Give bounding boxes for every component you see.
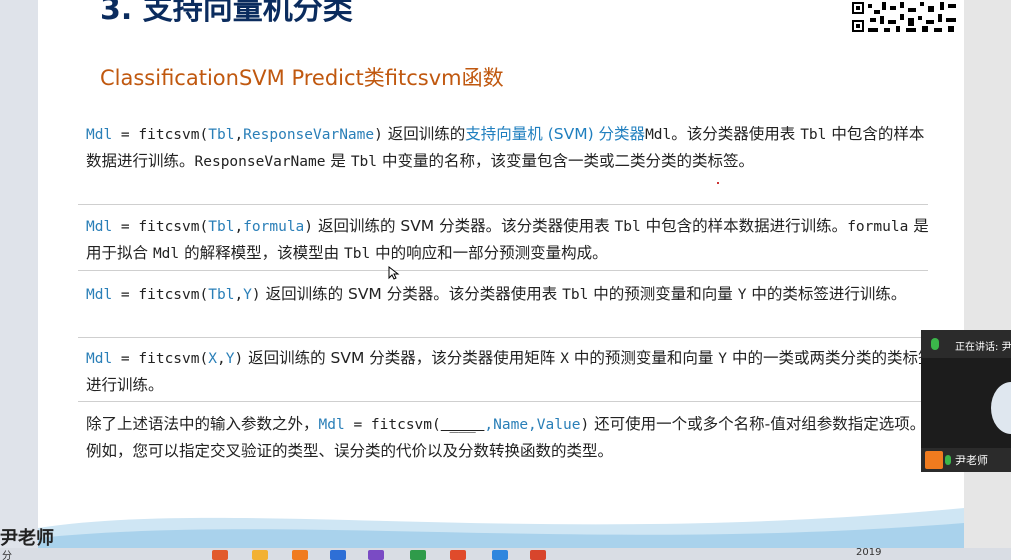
code-text: Y bbox=[718, 351, 728, 367]
syntax-paragraph-3: Mdl = fitcsvm(Tbl,Y) 返回训练的 SVM 分类器。该分类器使… bbox=[86, 281, 936, 308]
browser-icon[interactable] bbox=[212, 550, 228, 560]
mouse-cursor-icon bbox=[388, 266, 400, 280]
code-text: ) bbox=[251, 287, 261, 303]
code-text: = fitcsvm( bbox=[112, 219, 209, 235]
code-arg: Tbl bbox=[208, 219, 235, 235]
description-text: 返回训练的 SVM 分类器。该分类器使用表 bbox=[260, 285, 563, 303]
code-text: Tbl bbox=[800, 127, 827, 143]
description-text: 除了上述语法中的输入参数之外， bbox=[86, 415, 319, 433]
separator-line bbox=[78, 204, 928, 205]
description-text: 返回训练的 SVM 分类器，该分类器使用矩阵 bbox=[243, 349, 561, 367]
user-avatar-icon bbox=[925, 451, 943, 469]
code-arg: Tbl bbox=[208, 287, 235, 303]
speaking-label: 正在讲话: 尹老 bbox=[955, 342, 1011, 353]
description-text: 。该分类器使用表 bbox=[671, 125, 801, 143]
code-text: ResponseVarName bbox=[194, 154, 326, 170]
description-text: 的解释模型，该模型由 bbox=[179, 244, 344, 262]
code-text: X bbox=[560, 351, 569, 367]
code-text: Mdl bbox=[645, 127, 672, 143]
microphone-icon bbox=[945, 455, 951, 465]
code-text: = fitcsvm( bbox=[344, 417, 441, 433]
description-text: 返回训练的 bbox=[382, 125, 466, 143]
presenter-video-panel[interactable]: 正在讲话: 尹老 尹老师 bbox=[921, 330, 1011, 472]
description-text: 中的预测变量和向量 bbox=[588, 285, 738, 303]
code-text: Tbl bbox=[614, 219, 641, 235]
code-placeholder: ___ bbox=[440, 417, 485, 433]
speaking-bar: 正在讲话: 尹老 bbox=[921, 330, 1011, 358]
code-text: ) bbox=[374, 127, 383, 143]
description-text: 是 bbox=[325, 152, 351, 170]
description-text: 中包含的样本数据进行训练。 bbox=[640, 217, 848, 235]
description-text: 中变量的名称，该变量包含一类或二类分类的类标签。 bbox=[377, 152, 754, 170]
presenter-avatar bbox=[991, 382, 1011, 434]
code-text: = fitcsvm( bbox=[112, 351, 209, 367]
presenter-name: 尹老师 bbox=[955, 454, 988, 467]
code-mdl: Mdl bbox=[86, 351, 113, 367]
slide-subtitle: ClassificationSVM Predict类fitcsvm函数 bbox=[100, 66, 504, 90]
code-text: Tbl bbox=[350, 154, 378, 170]
laser-pointer-dot bbox=[717, 182, 719, 184]
code-text: Tbl bbox=[562, 287, 589, 303]
taskbar-text: 分 bbox=[2, 551, 12, 560]
code-text: , bbox=[234, 219, 244, 235]
code-text: ) bbox=[304, 219, 314, 235]
code-arg: Y bbox=[243, 287, 252, 303]
syntax-paragraph-1: Mdl = fitcsvm(Tbl,ResponseVarName) 返回训练的… bbox=[86, 121, 936, 175]
code-arg: X bbox=[208, 351, 217, 367]
powerpoint-icon[interactable] bbox=[450, 550, 466, 560]
syntax-paragraph-2: Mdl = fitcsvm(Tbl,formula) 返回训练的 SVM 分类器… bbox=[86, 213, 936, 267]
left-background-strip bbox=[0, 0, 38, 548]
separator-line bbox=[78, 401, 928, 402]
taskbar-clock: 2019 bbox=[856, 548, 882, 558]
separator-line bbox=[78, 270, 928, 271]
windows-taskbar: 分 2019 bbox=[0, 548, 1011, 560]
description-text: 中的预测变量和向量 bbox=[568, 349, 719, 367]
app-icon[interactable] bbox=[330, 550, 346, 560]
code-mdl: Mdl bbox=[86, 219, 113, 235]
separator-line bbox=[78, 337, 928, 338]
presenter-name-bar: 尹老师 bbox=[921, 448, 1011, 472]
code-arg: ,Name,Value bbox=[484, 417, 581, 433]
description-text: 中的响应和一部分预测变量构成。 bbox=[370, 244, 608, 262]
description-text: 返回训练的 SVM 分类器。该分类器使用表 bbox=[313, 217, 615, 235]
presentation-slide: 3. 支持向量机分类 ClassificationSVM Predict类fit… bbox=[38, 0, 964, 548]
syntax-paragraph-5: 除了上述语法中的输入参数之外，Mdl = fitcsvm( ___ ,Name,… bbox=[86, 411, 936, 464]
code-mdl: Mdl bbox=[86, 127, 113, 143]
code-text: , bbox=[234, 127, 244, 143]
slide-heading: 3. 支持向量机分类 bbox=[100, 0, 353, 27]
code-text: ) bbox=[234, 351, 244, 367]
app-icon[interactable] bbox=[530, 550, 546, 560]
qr-code-icon bbox=[850, 0, 960, 34]
svm-classifier-link[interactable]: 支持向量机 (SVM) 分类器 bbox=[465, 125, 645, 143]
code-text: formula bbox=[847, 219, 909, 235]
code-mdl: Mdl bbox=[86, 287, 113, 303]
code-text: Mdl bbox=[152, 246, 180, 262]
code-arg: ResponseVarName bbox=[243, 127, 375, 143]
code-text: = fitcsvm( bbox=[112, 287, 209, 303]
folder-icon[interactable] bbox=[252, 550, 268, 560]
code-text: , bbox=[216, 351, 226, 367]
code-text: = fitcsvm( bbox=[112, 127, 209, 143]
channel-watermark: 尹老师 bbox=[0, 528, 54, 549]
matlab-icon[interactable] bbox=[292, 550, 308, 560]
visual-studio-icon[interactable] bbox=[368, 550, 384, 560]
microphone-icon bbox=[931, 338, 939, 350]
syntax-paragraph-4: Mdl = fitcsvm(X,Y) 返回训练的 SVM 分类器，该分类器使用矩… bbox=[86, 345, 936, 398]
description-text: 中的类标签进行训练。 bbox=[746, 285, 907, 303]
decorative-wave bbox=[38, 508, 964, 548]
code-text: , bbox=[234, 287, 244, 303]
code-text: Tbl bbox=[344, 246, 371, 262]
code-arg: Tbl bbox=[208, 127, 235, 143]
code-arg: formula bbox=[243, 219, 305, 235]
excel-icon[interactable] bbox=[410, 550, 426, 560]
code-mdl: Mdl bbox=[318, 417, 345, 433]
code-text: ) bbox=[580, 417, 590, 433]
app-icon[interactable] bbox=[492, 550, 508, 560]
